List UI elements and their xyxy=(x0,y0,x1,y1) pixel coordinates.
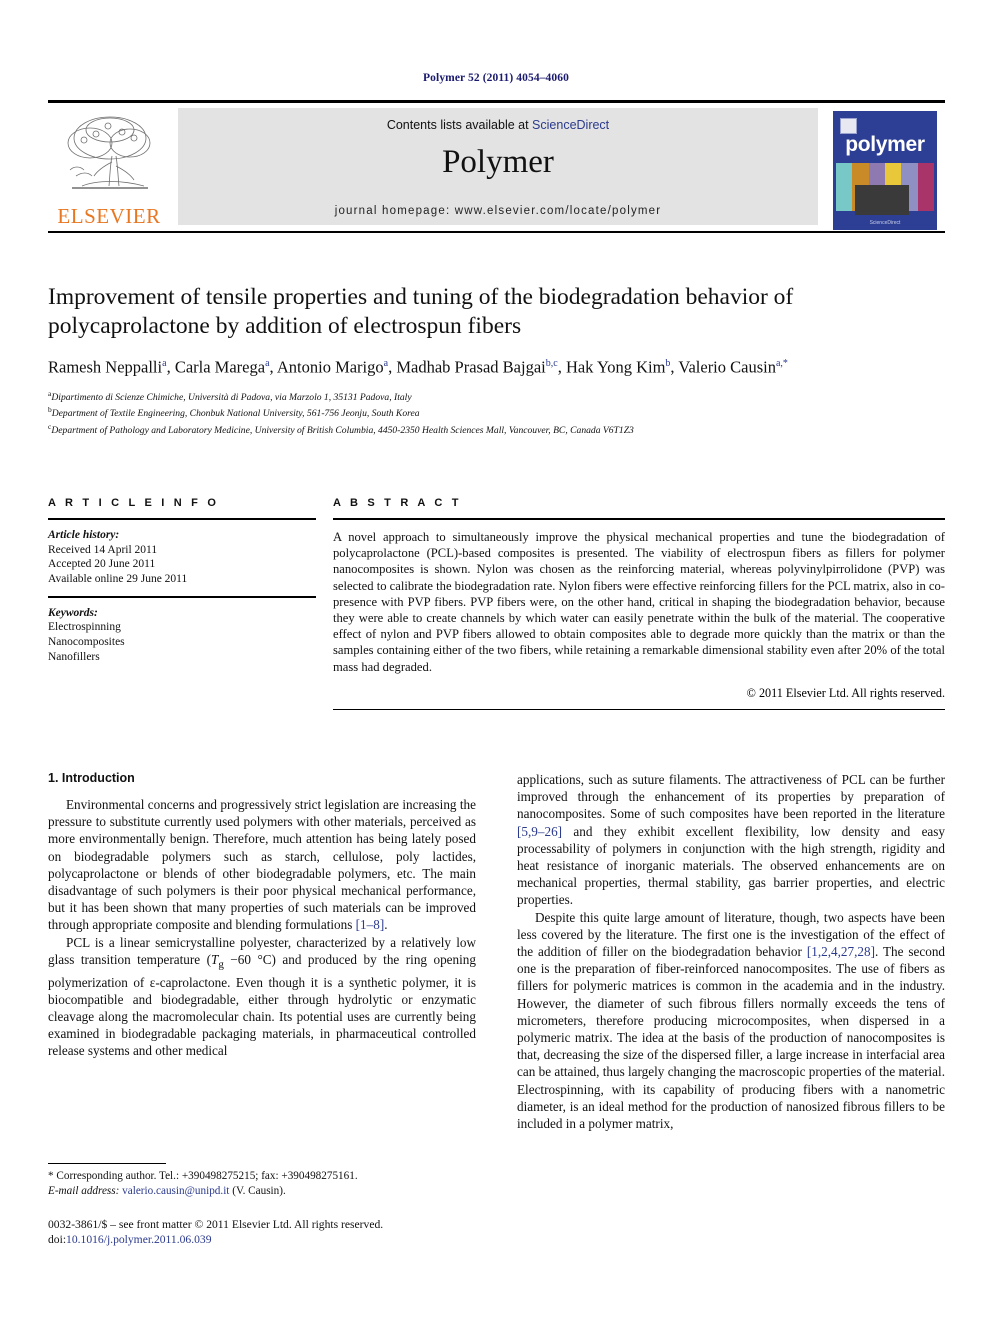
affiliation-item: aDipartimento di Scienze Chimiche, Unive… xyxy=(48,388,945,405)
cover-journal-name: polymer xyxy=(845,133,925,156)
issn-front-matter: 0032-3861/$ – see front matter © 2011 El… xyxy=(48,1218,384,1231)
page-title: Improvement of tensile properties and tu… xyxy=(48,284,794,339)
affiliation-item: cDepartment of Pathology and Laboratory … xyxy=(48,421,945,438)
affiliation-list: aDipartimento di Scienze Chimiche, Unive… xyxy=(48,388,945,438)
keywords-block: Keywords: Electrospinning Nanocomposites… xyxy=(48,606,316,664)
cover-micrograph xyxy=(855,185,909,215)
body-columns: 1. Introduction Environmental concerns a… xyxy=(48,771,945,1132)
contents-prefix: Contents lists available at xyxy=(386,118,533,132)
imprint-block: 0032-3861/$ – see front matter © 2011 El… xyxy=(48,1218,508,1247)
elsevier-wordmark: ELSEVIER xyxy=(57,204,161,228)
doi-line: doi:10.1016/j.polymer.2011.06.039 xyxy=(48,1233,508,1248)
affiliation-text: Dipartimento di Scienze Chimiche, Univer… xyxy=(51,391,412,403)
body-right-column: applications, such as suture filaments. … xyxy=(517,771,945,1132)
paper-page: Polymer 52 (2011) 4054–4060 ELSEVIER Con… xyxy=(0,0,992,1323)
affiliation-text: Department of Textile Engineering, Chonb… xyxy=(51,408,420,420)
journal-title: Polymer xyxy=(442,144,554,180)
title-block: Improvement of tensile properties and tu… xyxy=(48,283,945,438)
article-info-rule xyxy=(48,518,316,520)
email-link[interactable]: valerio.causin@unipd.it xyxy=(122,1185,229,1197)
masthead-bottom-rule xyxy=(48,231,945,233)
elsevier-tree-icon xyxy=(52,110,164,202)
masthead-top-rule xyxy=(48,100,945,103)
cover-publisher-logo-icon xyxy=(840,118,857,134)
keyword-item: Electrospinning xyxy=(48,621,121,634)
paragraph: Environmental concerns and progressively… xyxy=(48,797,476,933)
paragraph: applications, such as suture filaments. … xyxy=(517,772,945,908)
corresponding-author-footnote: * Corresponding author. Tel.: +390498275… xyxy=(48,1163,476,1198)
abstract-rule xyxy=(333,518,945,520)
keywords-rule xyxy=(48,596,316,598)
article-info-heading: A R T I C L E I N F O xyxy=(48,497,220,509)
contents-available-line: Contents lists available at ScienceDirec… xyxy=(178,118,818,132)
journal-band: Contents lists available at ScienceDirec… xyxy=(178,108,818,225)
journal-masthead: ELSEVIER Contents lists available at Sci… xyxy=(48,100,945,233)
section-heading-introduction: 1. Introduction xyxy=(48,771,135,785)
author-list: Ramesh Neppallia, Carla Maregaa, Antonio… xyxy=(48,357,788,377)
abstract-column: A B S T R A C T A novel approach to simu… xyxy=(333,497,945,711)
history-received: Received 14 April 2011 xyxy=(48,543,158,556)
column-gutter xyxy=(476,771,517,1132)
column-gap xyxy=(316,497,333,710)
affiliation-item: bDepartment of Textile Engineering, Chon… xyxy=(48,404,945,421)
email-line: E-mail address: valerio.causin@unipd.it … xyxy=(48,1184,476,1198)
running-head: Polymer 52 (2011) 4054–4060 xyxy=(423,72,569,84)
doi-prefix: doi: xyxy=(48,1232,67,1246)
abstract-bottom-rule xyxy=(333,708,945,711)
history-online: Available online 29 June 2011 xyxy=(48,572,188,585)
article-history-label: Article history: xyxy=(48,529,120,541)
body-left-column: 1. Introduction Environmental concerns a… xyxy=(48,771,476,1132)
cover-footer-text: ScienceDirect xyxy=(869,220,901,226)
history-accepted: Accepted 20 June 2011 xyxy=(48,558,156,571)
paragraph: PCL is a linear semicrystalline polyeste… xyxy=(48,934,476,1059)
sciencedirect-link[interactable]: ScienceDirect xyxy=(532,118,609,132)
abstract-text: A novel approach to simultaneously impro… xyxy=(333,530,945,674)
email-label: E-mail address: xyxy=(48,1184,120,1197)
article-info-column: A R T I C L E I N F O Article history: R… xyxy=(48,497,316,710)
abstract-heading: A B S T R A C T xyxy=(333,497,462,509)
abstract-copyright: © 2011 Elsevier Ltd. All rights reserved… xyxy=(746,685,945,700)
elsevier-logo: ELSEVIER xyxy=(48,108,170,233)
doi-link[interactable]: 10.1016/j.polymer.2011.06.039 xyxy=(66,1233,211,1246)
info-abstract-section: A R T I C L E I N F O Article history: R… xyxy=(48,497,945,711)
affiliation-text: Department of Pathology and Laboratory M… xyxy=(51,425,634,437)
keyword-item: Nanocomposites xyxy=(48,636,125,649)
keyword-item: Nanofillers xyxy=(48,650,100,663)
paragraph: Despite this quite large amount of liter… xyxy=(517,909,946,1132)
keywords-label: Keywords: xyxy=(48,606,98,619)
journal-cover-thumbnail: polymer ScienceDirect xyxy=(826,108,945,233)
corresponding-author-line: * Corresponding author. Tel.: +390498275… xyxy=(48,1170,358,1183)
footnote-rule xyxy=(48,1163,166,1165)
cover-art: polymer ScienceDirect xyxy=(833,111,937,230)
journal-homepage-link[interactable]: journal homepage: www.elsevier.com/locat… xyxy=(178,205,818,217)
email-suffix: (V. Causin). xyxy=(232,1184,286,1197)
article-history-block: Article history: Received 14 April 2011 … xyxy=(48,528,316,586)
